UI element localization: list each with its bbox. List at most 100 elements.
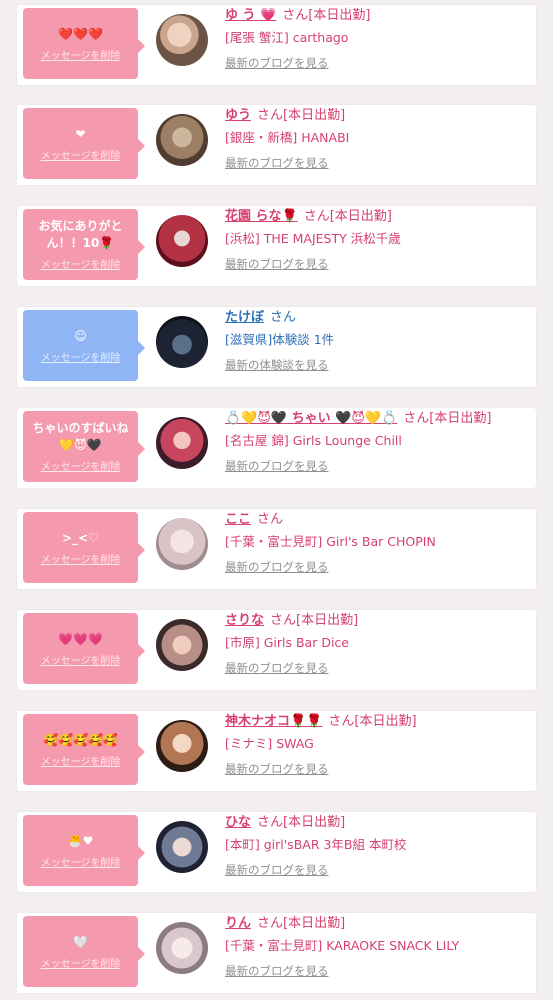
- entry-info: ゆう さん[本日出勤] [銀座・新橋] HANABI 最新のブログを見る: [225, 107, 533, 171]
- status-badge: [本日出勤]: [308, 8, 371, 23]
- latest-blog-link[interactable]: 最新のブログを見る: [225, 862, 533, 878]
- avatar[interactable]: [156, 619, 208, 671]
- delete-message-link[interactable]: メッセージを削除: [41, 349, 121, 364]
- status-badge: [本日出勤]: [429, 411, 492, 426]
- entry-info: ひな さん[本日出勤] [本町] girl'sBAR 3年B組 本町校 最新のブロ…: [225, 814, 533, 878]
- shop-info: [銀座・新橋] HANABI: [225, 130, 350, 145]
- honorific: さん: [303, 209, 330, 224]
- list-item: 🥰🥰🥰🥰🥰 メッセージを削除 神木ナオコ🌹🌹 さん[本日出勤] [ミナミ] SWA…: [17, 711, 536, 791]
- latest-blog-link[interactable]: 最新のブログを見る: [225, 55, 533, 71]
- latest-blog-link[interactable]: 最新のブログを見る: [225, 458, 533, 474]
- message-bubble: 🤍 メッセージを削除: [23, 916, 145, 987]
- favorites-message-list: ❤️❤️❤️ メッセージを削除 ゆ う 💗 さん[本日出勤] [尾張 蟹江] ca…: [0, 0, 553, 1000]
- message-text: ☺: [74, 328, 87, 343]
- user-name-link[interactable]: たけぼ: [225, 310, 264, 325]
- status-badge: [本日出勤]: [283, 108, 346, 123]
- shop-info: [市原] Girls Bar Dice: [225, 635, 349, 650]
- honorific: さん: [282, 8, 309, 23]
- latest-blog-link[interactable]: 最新のブログを見る: [225, 660, 533, 676]
- entry-info: ゆ う 💗 さん[本日出勤] [尾張 蟹江] carthago 最新のブログを見る: [225, 7, 533, 71]
- avatar[interactable]: [156, 215, 208, 267]
- latest-blog-link[interactable]: 最新のブログを見る: [225, 761, 533, 777]
- entry-info: 花園 らな🌹 さん[本日出勤] [浜松] THE MAJESTY 浜松千歳 最新の…: [225, 208, 533, 272]
- honorific: さん: [403, 411, 430, 426]
- latest-blog-link[interactable]: 最新のブログを見る: [225, 559, 533, 575]
- message-bubble: 🐣♥ メッセージを削除: [23, 815, 145, 886]
- honorific: さん: [257, 108, 284, 123]
- status-badge: [本日出勤]: [296, 613, 359, 628]
- delete-message-link[interactable]: メッセージを削除: [41, 854, 121, 869]
- list-item: 🐣♥ メッセージを削除 ひな さん[本日出勤] [本町] girl'sBAR 3年…: [17, 812, 536, 892]
- avatar[interactable]: [156, 821, 208, 873]
- girl-name-link[interactable]: りん: [225, 916, 251, 931]
- message-text: 🥰🥰🥰🥰🥰: [43, 732, 118, 747]
- message-text: ❤: [75, 126, 86, 141]
- message-text: お気にありがとん！！10🌹: [38, 219, 123, 250]
- honorific: さん: [270, 310, 297, 325]
- message-text: ちゃいのすばいね💛😈🖤: [32, 421, 129, 452]
- avatar[interactable]: [156, 14, 208, 66]
- list-item: ❤️❤️❤️ メッセージを削除 ゆ う 💗 さん[本日出勤] [尾張 蟹江] ca…: [17, 5, 536, 85]
- avatar[interactable]: [156, 417, 208, 469]
- honorific: さん: [257, 916, 284, 931]
- latest-blog-link[interactable]: 最新のブログを見る: [225, 256, 533, 272]
- latest-review-link[interactable]: 最新の体験談を見る: [225, 357, 533, 373]
- girl-name-link[interactable]: ここ: [225, 512, 251, 527]
- message-text: >_<♡: [62, 530, 99, 545]
- message-bubble: ❤ メッセージを削除: [23, 108, 145, 179]
- message-text: 🐣♥: [67, 833, 94, 848]
- delete-message-link[interactable]: メッセージを削除: [41, 256, 121, 271]
- entry-info: 💍💛😈🖤 ちゃい 🖤😈💛💍 さん[本日出勤] [名古屋 錦] Girls Loun…: [225, 410, 533, 474]
- entry-info: りん さん[本日出勤] [千葉・富士見町] KARAOKE SNACK LILY …: [225, 915, 533, 979]
- delete-message-link[interactable]: メッセージを削除: [41, 551, 121, 566]
- shop-info: [本町] girl'sBAR 3年B組 本町校: [225, 837, 407, 852]
- message-text: 🤍: [73, 934, 88, 949]
- delete-message-link[interactable]: メッセージを削除: [41, 47, 121, 62]
- delete-message-link[interactable]: メッセージを削除: [41, 955, 121, 970]
- entry-info: ここ さん [千葉・富士見町] Girl's Bar CHOPIN 最新のブログを…: [225, 511, 533, 575]
- list-item: 💗💗💗 メッセージを削除 さりな さん[本日出勤] [市原] Girls Bar …: [17, 610, 536, 690]
- girl-name-link[interactable]: さりな: [225, 613, 264, 628]
- girl-name-link[interactable]: 花園 らな🌹: [225, 209, 298, 224]
- shop-info: [浜松] THE MAJESTY 浜松千歳: [225, 231, 401, 246]
- entry-info: 神木ナオコ🌹🌹 さん[本日出勤] [ミナミ] SWAG 最新のブログを見る: [225, 713, 533, 777]
- delete-message-link[interactable]: メッセージを削除: [41, 753, 121, 768]
- status-badge: [本日出勤]: [329, 209, 392, 224]
- message-text: 💗💗💗: [58, 631, 103, 646]
- list-item: ❤ メッセージを削除 ゆう さん[本日出勤] [銀座・新橋] HANABI 最新の…: [17, 105, 536, 185]
- message-bubble: >_<♡ メッセージを削除: [23, 512, 145, 583]
- latest-blog-link[interactable]: 最新のブログを見る: [225, 963, 533, 979]
- girl-name-link[interactable]: ひな: [225, 815, 251, 830]
- delete-message-link[interactable]: メッセージを削除: [41, 652, 121, 667]
- girl-name-link[interactable]: ゆう: [225, 108, 251, 123]
- avatar[interactable]: [156, 316, 208, 368]
- delete-message-link[interactable]: メッセージを削除: [41, 147, 121, 162]
- honorific: さん: [257, 512, 284, 527]
- message-bubble: ❤️❤️❤️ メッセージを削除: [23, 8, 145, 79]
- avatar[interactable]: [156, 518, 208, 570]
- message-bubble: 💗💗💗 メッセージを削除: [23, 613, 145, 684]
- shop-info: [尾張 蟹江] carthago: [225, 30, 349, 45]
- list-item: ちゃいのすばいね💛😈🖤 メッセージを削除 💍💛😈🖤 ちゃい 🖤😈💛💍 さん[本日出…: [17, 408, 536, 488]
- avatar[interactable]: [156, 114, 208, 166]
- shop-info: [千葉・富士見町] KARAOKE SNACK LILY: [225, 938, 460, 953]
- list-item: 🤍 メッセージを削除 りん さん[本日出勤] [千葉・富士見町] KARAOKE …: [17, 913, 536, 993]
- girl-name-link[interactable]: 神木ナオコ🌹🌹: [225, 714, 322, 729]
- girl-name-link[interactable]: ゆ う 💗: [225, 8, 276, 23]
- avatar[interactable]: [156, 922, 208, 974]
- list-item: >_<♡ メッセージを削除 ここ さん [千葉・富士見町] Girl's Bar …: [17, 509, 536, 589]
- avatar[interactable]: [156, 720, 208, 772]
- honorific: さん: [270, 613, 297, 628]
- shop-info: [ミナミ] SWAG: [225, 736, 314, 751]
- status-badge: [本日出勤]: [283, 815, 346, 830]
- shop-info: [千葉・富士見町] Girl's Bar CHOPIN: [225, 534, 436, 549]
- message-bubble: お気にありがとん！！10🌹 メッセージを削除: [23, 209, 145, 280]
- message-bubble: 🥰🥰🥰🥰🥰 メッセージを削除: [23, 714, 145, 785]
- delete-message-link[interactable]: メッセージを削除: [41, 458, 121, 473]
- list-item: お気にありがとん！！10🌹 メッセージを削除 花園 らな🌹 さん[本日出勤] [浜…: [17, 206, 536, 286]
- latest-blog-link[interactable]: 最新のブログを見る: [225, 155, 533, 171]
- honorific: さん: [257, 815, 284, 830]
- entry-info: たけぼ さん [滋賀県]体験談 1件 最新の体験談を見る: [225, 309, 533, 373]
- girl-name-link[interactable]: 💍💛😈🖤 ちゃい 🖤😈💛💍: [225, 411, 397, 426]
- status-badge: [本日出勤]: [354, 714, 417, 729]
